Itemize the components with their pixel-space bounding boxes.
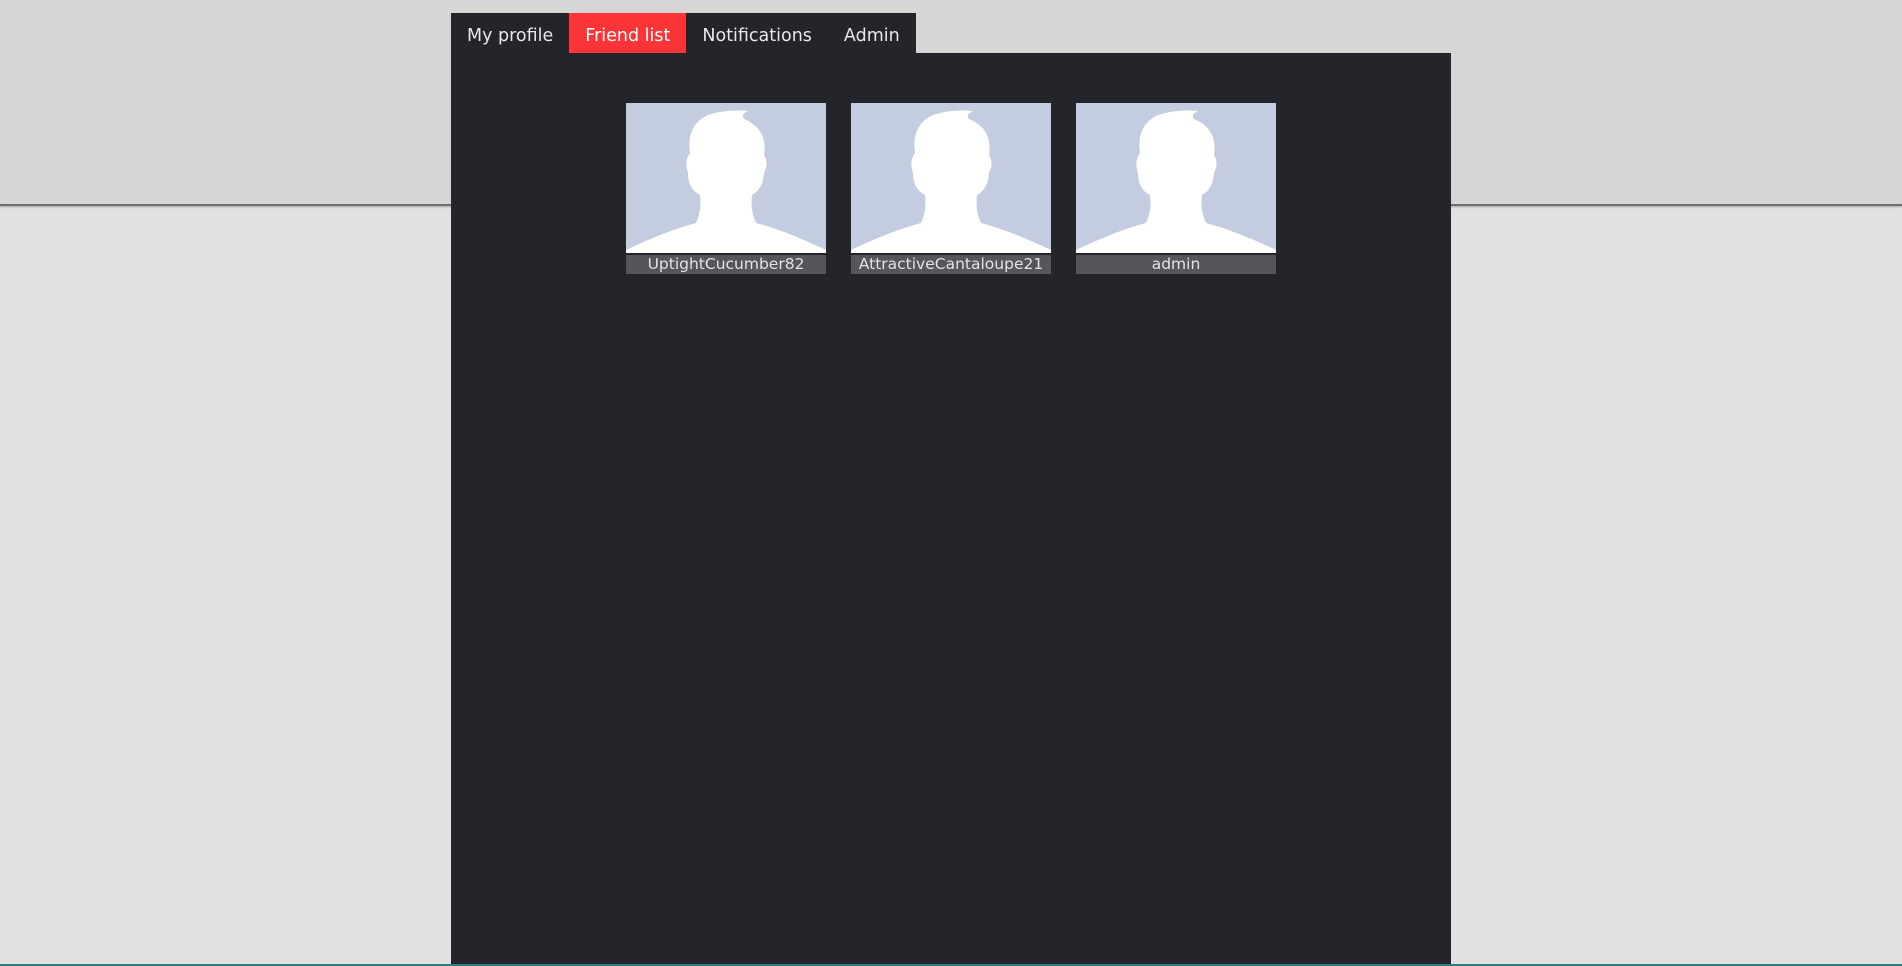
tab-notifications[interactable]: Notifications (686, 13, 828, 53)
tab-admin[interactable]: Admin (828, 13, 916, 53)
friend-name[interactable]: admin (1076, 255, 1276, 274)
default-person-silhouette-icon (1076, 103, 1276, 253)
friend-avatar[interactable] (1076, 103, 1276, 253)
friend-avatar[interactable] (626, 103, 826, 253)
friend-name[interactable]: AttractiveCantaloupe21 (851, 255, 1051, 274)
friend-card[interactable]: UptightCucumber82 (626, 103, 826, 274)
friend-name[interactable]: UptightCucumber82 (626, 255, 826, 274)
tab-friend-list[interactable]: Friend list (569, 13, 687, 53)
main-tab-bar: My profile Friend list Notifications Adm… (451, 13, 916, 53)
friend-avatar[interactable] (851, 103, 1051, 253)
tab-my-profile[interactable]: My profile (451, 13, 569, 53)
friend-card[interactable]: admin (1076, 103, 1276, 274)
friend-card[interactable]: AttractiveCantaloupe21 (851, 103, 1051, 274)
default-person-silhouette-icon (626, 103, 826, 253)
friend-grid: UptightCucumber82 AttractiveCantaloupe21… (626, 103, 1276, 274)
default-person-silhouette-icon (851, 103, 1051, 253)
friend-list-panel: UptightCucumber82 AttractiveCantaloupe21… (451, 53, 1451, 966)
